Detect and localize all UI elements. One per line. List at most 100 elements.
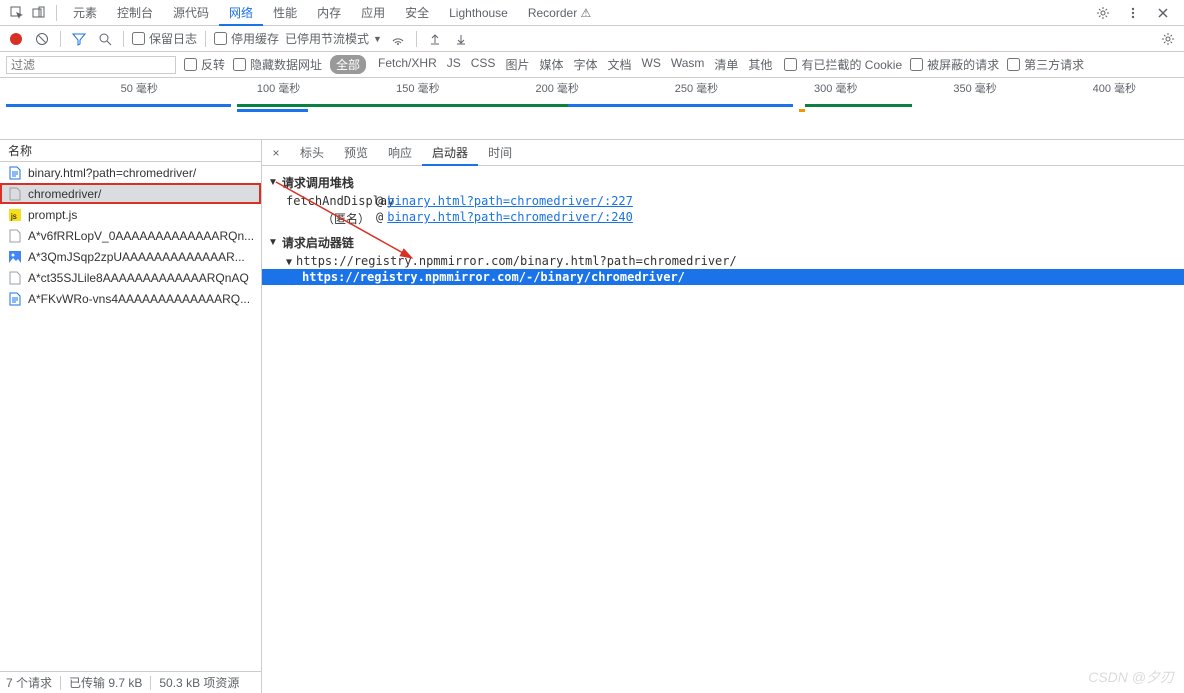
close-detail-icon[interactable]: ×	[266, 146, 286, 160]
file-type-icon	[8, 229, 22, 243]
third-party-checkbox[interactable]: 第三方请求	[1007, 56, 1084, 73]
inspect-icon[interactable]	[6, 2, 28, 24]
request-name: binary.html?path=chromedriver/	[28, 166, 196, 180]
disable-cache-checkbox[interactable]: 停用缓存	[214, 30, 279, 47]
file-type-icon	[8, 187, 22, 201]
main-tab-9[interactable]: Recorder ⚠	[518, 0, 601, 26]
filter-row: 反转 隐藏数据网址 全部 Fetch/XHRJSCSS图片媒体字体文档WSWas…	[0, 52, 1184, 78]
detail-tab-0[interactable]: 标头	[290, 140, 334, 166]
svg-text:js: js	[10, 212, 17, 221]
file-type-icon	[8, 271, 22, 285]
initiator-chain-item[interactable]: ▼https://registry.npmmirror.com/binary.h…	[262, 253, 1184, 269]
close-devtools-icon[interactable]	[1152, 2, 1174, 24]
main-tab-2[interactable]: 源代码	[163, 0, 219, 26]
source-link[interactable]: binary.html?path=chromedriver/:240	[387, 210, 633, 227]
request-row[interactable]: A*v6fRRLopV_0AAAAAAAAAAAAARQn...	[0, 225, 261, 246]
type-filter-1[interactable]: JS	[443, 56, 465, 73]
filter-icon[interactable]	[69, 29, 89, 49]
invert-checkbox[interactable]: 反转	[184, 56, 225, 73]
stack-frame: fetchAndDisplay@binary.html?path=chromed…	[262, 193, 1184, 209]
file-type-icon	[8, 292, 22, 306]
devtools-tab-bar: 元素控制台源代码网络性能内存应用安全LighthouseRecorder ⚠	[0, 0, 1184, 26]
settings-icon[interactable]	[1092, 2, 1114, 24]
network-toolbar: 保留日志 停用缓存 已停用节流模式▼	[0, 26, 1184, 52]
initiator-chain-section-header[interactable]: ▼请求启动器链	[262, 232, 1184, 253]
network-conditions-icon[interactable]	[388, 29, 408, 49]
stack-frame: （匿名）@binary.html?path=chromedriver/:240	[262, 209, 1184, 228]
request-row[interactable]: A*FKvWRo-vns4AAAAAAAAAAAAARQ...	[0, 288, 261, 309]
type-filter-8[interactable]: Wasm	[667, 56, 709, 73]
source-link[interactable]: binary.html?path=chromedriver/:227	[387, 194, 633, 208]
type-filter-7[interactable]: WS	[638, 56, 665, 73]
kebab-menu-icon[interactable]	[1122, 2, 1144, 24]
timeline-tick: 50 毫秒	[121, 80, 158, 96]
detail-tab-3[interactable]: 启动器	[422, 140, 478, 166]
main-tab-6[interactable]: 应用	[351, 0, 395, 26]
timeline-tick: 150 毫秒	[396, 80, 439, 96]
blocked-cookies-checkbox[interactable]: 有已拦截的 Cookie	[784, 56, 902, 73]
timeline-tick: 200 毫秒	[535, 80, 578, 96]
request-row[interactable]: chromedriver/	[0, 183, 261, 204]
request-name: A*ct35SJLile8AAAAAAAAAAAAARQnAQ	[28, 271, 249, 285]
timeline-tick: 250 毫秒	[675, 80, 718, 96]
request-name: A*v6fRRLopV_0AAAAAAAAAAAAARQn...	[28, 229, 254, 243]
watermark: CSDN @夕刃	[1088, 667, 1174, 687]
detail-tab-2[interactable]: 响应	[378, 140, 422, 166]
clear-icon[interactable]	[32, 29, 52, 49]
status-transferred: 已传输 9.7 kB	[69, 674, 142, 691]
request-row[interactable]: jsprompt.js	[0, 204, 261, 225]
type-filter-all[interactable]: 全部	[330, 55, 366, 74]
timeline-tick: 350 毫秒	[953, 80, 996, 96]
request-row[interactable]: binary.html?path=chromedriver/	[0, 162, 261, 183]
request-row[interactable]: A*ct35SJLile8AAAAAAAAAAAAARQnAQ	[0, 267, 261, 288]
status-requests: 7 个请求	[6, 674, 52, 691]
file-type-icon	[8, 250, 22, 264]
timeline-tick: 300 毫秒	[814, 80, 857, 96]
status-resources: 50.3 kB 项资源	[159, 674, 239, 691]
request-list-header[interactable]: 名称	[0, 140, 261, 162]
throttling-dropdown[interactable]: 已停用节流模式▼	[285, 30, 382, 47]
request-name: A*3QmJSqp2zpUAAAAAAAAAAAAAR...	[28, 250, 245, 264]
hide-dataurls-checkbox[interactable]: 隐藏数据网址	[233, 56, 322, 73]
type-filter-6[interactable]: 文档	[603, 56, 635, 73]
detail-tab-1[interactable]: 预览	[334, 140, 378, 166]
request-detail-panel: × 标头预览响应启动器时间 ▼请求调用堆栈 fetchAndDisplay@bi…	[262, 140, 1184, 693]
main-tab-8[interactable]: Lighthouse	[439, 0, 518, 26]
type-filter-9[interactable]: 清单	[710, 56, 742, 73]
request-name: chromedriver/	[28, 187, 101, 201]
separator	[56, 5, 57, 21]
main-tab-7[interactable]: 安全	[395, 0, 439, 26]
detail-tab-4[interactable]: 时间	[478, 140, 522, 166]
type-filter-5[interactable]: 字体	[569, 56, 601, 73]
download-har-icon[interactable]	[451, 29, 471, 49]
type-filter-0[interactable]: Fetch/XHR	[374, 56, 441, 73]
call-stack-section-header[interactable]: ▼请求调用堆栈	[262, 172, 1184, 193]
record-button[interactable]	[6, 29, 26, 49]
main-tab-0[interactable]: 元素	[63, 0, 107, 26]
upload-har-icon[interactable]	[425, 29, 445, 49]
timeline-tick: 100 毫秒	[257, 80, 300, 96]
network-settings-icon[interactable]	[1158, 29, 1178, 49]
file-type-icon	[8, 166, 22, 180]
main-tab-1[interactable]: 控制台	[107, 0, 163, 26]
device-toggle-icon[interactable]	[28, 2, 50, 24]
timeline-tick: 400 毫秒	[1093, 80, 1136, 96]
request-name: A*FKvWRo-vns4AAAAAAAAAAAAARQ...	[28, 292, 250, 306]
search-icon[interactable]	[95, 29, 115, 49]
detail-tabs: × 标头预览响应启动器时间	[262, 140, 1184, 166]
preserve-log-checkbox[interactable]: 保留日志	[132, 30, 197, 47]
filter-input[interactable]	[6, 56, 176, 74]
type-filter-2[interactable]: CSS	[467, 56, 500, 73]
type-filter-4[interactable]: 媒体	[535, 56, 567, 73]
blocked-requests-checkbox[interactable]: 被屏蔽的请求	[910, 56, 999, 73]
type-filter-3[interactable]: 图片	[501, 56, 533, 73]
main-tab-4[interactable]: 性能	[263, 0, 307, 26]
type-filter-10[interactable]: 其他	[744, 56, 776, 73]
request-row[interactable]: A*3QmJSqp2zpUAAAAAAAAAAAAAR...	[0, 246, 261, 267]
main-tab-5[interactable]: 内存	[307, 0, 351, 26]
initiator-chain-item[interactable]: https://registry.npmmirror.com/-/binary/…	[262, 269, 1184, 285]
status-bar: 7 个请求 已传输 9.7 kB 50.3 kB 项资源	[0, 671, 261, 693]
timeline-overview[interactable]: 50 毫秒 100 毫秒 150 毫秒 200 毫秒 250 毫秒 300 毫秒 350 毫…	[0, 78, 1184, 140]
request-list-panel: 名称 binary.html?path=chromedriver/chromed…	[0, 140, 262, 693]
main-tab-3[interactable]: 网络	[219, 0, 263, 26]
